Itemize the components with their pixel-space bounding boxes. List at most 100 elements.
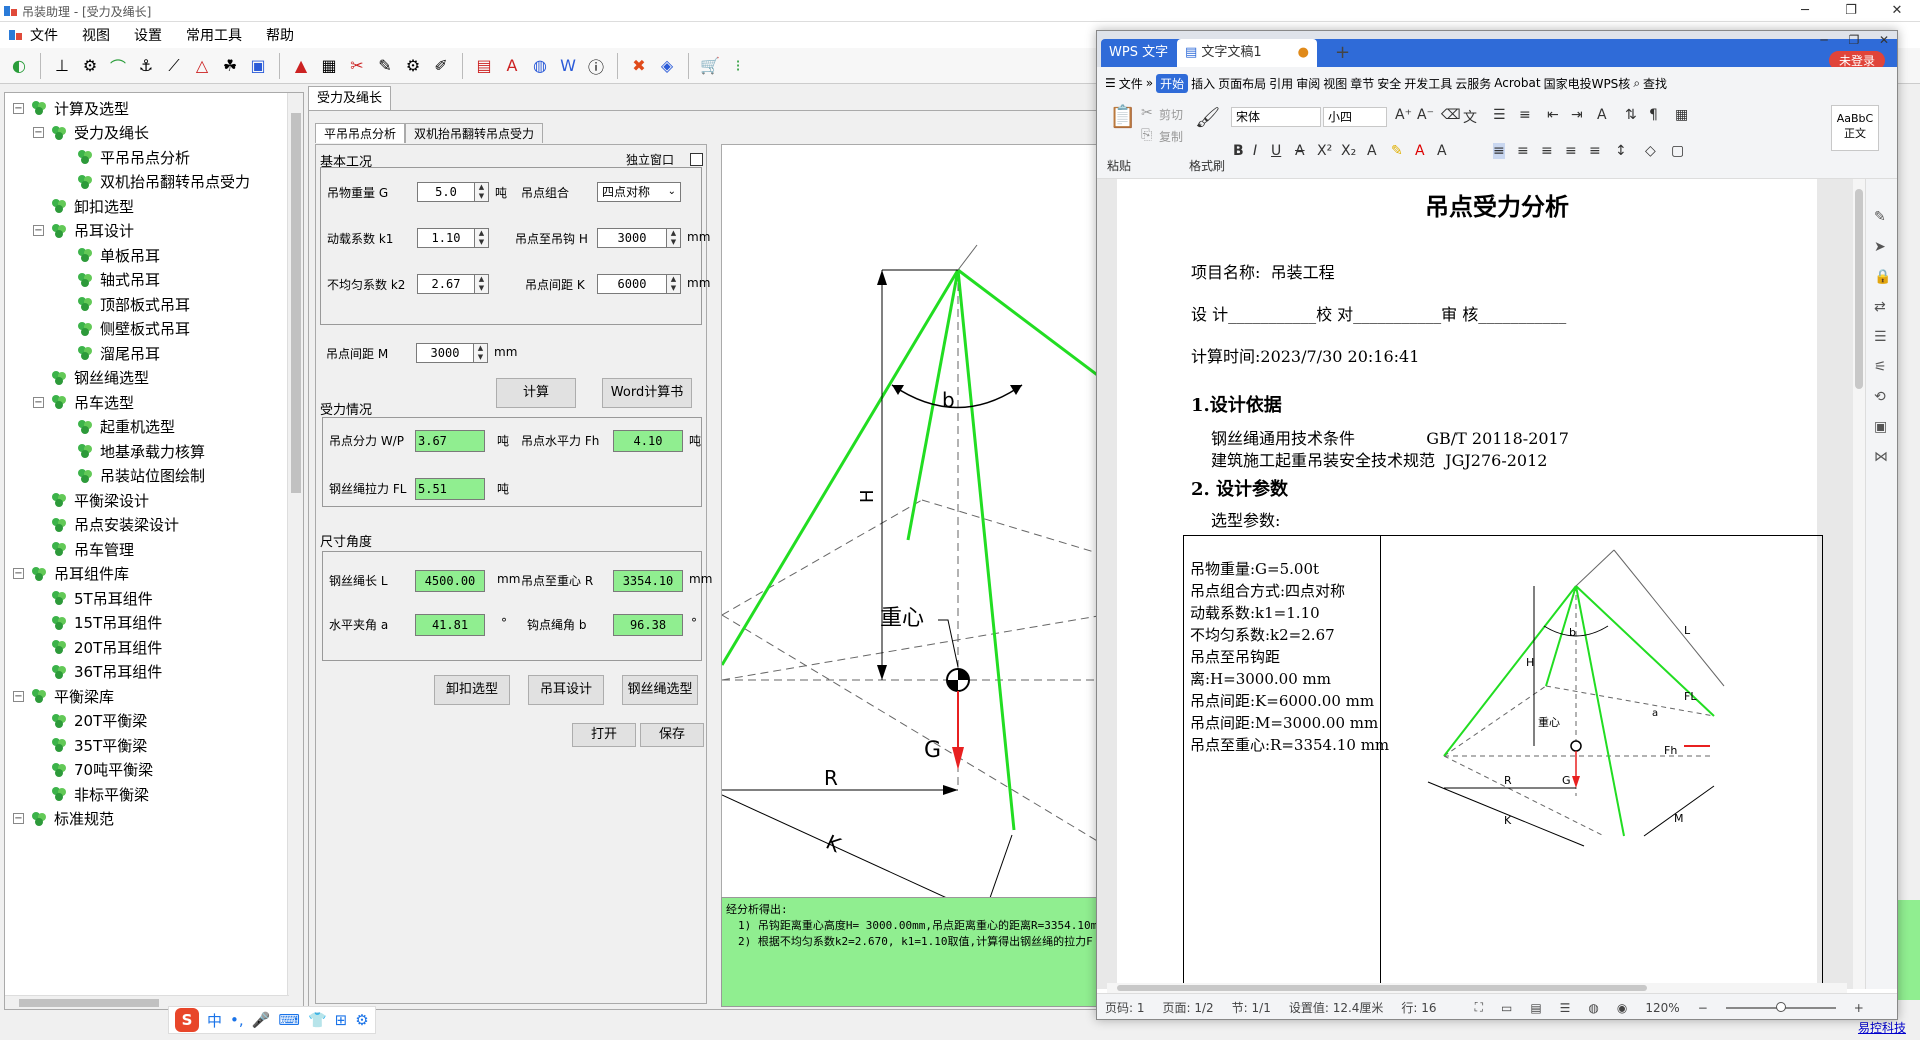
wps-menu-layout[interactable]: 页面布局 [1218, 75, 1266, 92]
home-icon[interactable]: ◐ [8, 55, 30, 77]
subscript-icon[interactable]: X₂ [1341, 143, 1356, 159]
number-list-icon[interactable]: ≡ [1519, 107, 1531, 123]
tree-expander-icon[interactable]: − [33, 225, 44, 236]
tree-item[interactable]: 平吊吊点分析 [59, 146, 190, 168]
shrink-font-icon[interactable]: A⁻ [1417, 107, 1434, 123]
translate-icon[interactable]: ⇄ [1874, 299, 1886, 315]
justify-icon[interactable]: ≡ [1565, 143, 1577, 159]
tree-hscroll-thumb[interactable] [19, 999, 159, 1007]
show-marks-icon[interactable]: ¶ [1649, 107, 1658, 123]
tree-item[interactable]: 20T吊耳组件 [33, 636, 162, 658]
wps-menu-view[interactable]: 视图 [1323, 75, 1347, 92]
save-button[interactable]: 保存 [640, 723, 704, 747]
tree-item[interactable]: 5T吊耳组件 [33, 587, 153, 609]
tree-item[interactable]: 起重机选型 [59, 416, 175, 438]
format-painter-icon[interactable]: 🖌 [1195, 105, 1220, 129]
hamburger-icon[interactable]: ☰ [1105, 76, 1116, 90]
open-button[interactable]: 打开 [572, 723, 636, 747]
dyn-input[interactable]: 1.10 [417, 228, 475, 248]
acrobat-icon[interactable]: A [501, 55, 523, 77]
tree-item[interactable]: − 平衡梁库 [13, 685, 114, 707]
traffic-icon[interactable]: ⁝ [727, 55, 749, 77]
tree-vertical-scrollbar[interactable] [287, 93, 303, 1009]
tab-flat-lift-analysis[interactable]: 平吊吊点分析 [315, 123, 406, 143]
decrease-indent-icon[interactable]: ⇤ [1547, 107, 1559, 123]
weight-input[interactable]: 5.0 [417, 182, 475, 202]
search-icon[interactable]: ⌕ [1633, 76, 1640, 91]
tree-item[interactable]: − 吊车选型 [33, 391, 134, 413]
clear-format-icon[interactable]: ⌫ [1441, 107, 1461, 123]
menu-help[interactable]: 帮助 [266, 25, 294, 45]
app-menu-icon[interactable] [8, 27, 24, 43]
triangle-icon[interactable]: ▲ [290, 55, 312, 77]
wps-menu-spic[interactable]: 国家电投WPS核 [1544, 75, 1631, 92]
wps-hscroll-thumb[interactable] [1117, 985, 1647, 991]
wps-doc-tab[interactable]: ▤ 文字文稿1 ● [1177, 39, 1317, 67]
skin-icon[interactable]: 👕 [308, 1011, 327, 1029]
menu-settings[interactable]: 设置 [134, 25, 162, 45]
shading-icon[interactable]: ◇ [1645, 143, 1656, 159]
tree-item[interactable]: 单板吊耳 [59, 244, 160, 266]
tree-expander-icon[interactable]: − [13, 813, 24, 824]
independent-window-checkbox[interactable] [690, 153, 703, 166]
wps-menu-file[interactable]: 文件 [1119, 75, 1143, 92]
lug-design-button[interactable]: 吊耳设计 [528, 675, 604, 705]
pin-icon[interactable]: ✎ [374, 55, 396, 77]
lock-icon[interactable]: 🔒 [1874, 269, 1891, 285]
tree-expander-icon[interactable]: − [13, 690, 24, 702]
chart-icon[interactable]: ◈ [656, 55, 678, 77]
image-icon[interactable]: ▣ [1874, 419, 1887, 435]
fullscreen-icon[interactable]: ⛶ [1475, 1000, 1483, 1015]
superscript-icon[interactable]: X² [1317, 143, 1332, 159]
k-spinner[interactable]: ▲ ▼ [667, 274, 681, 294]
ime-mode[interactable]: 中 [207, 1010, 222, 1031]
table-icon[interactable]: ▦ [1675, 107, 1688, 123]
phonetic-icon[interactable]: 文 [1463, 107, 1477, 127]
new-tab-icon[interactable]: + [1327, 39, 1358, 67]
tree-item[interactable]: 顶部板式吊耳 [59, 293, 190, 315]
beam-icon[interactable]: △ [191, 55, 213, 77]
weight-spinner[interactable]: ▲ ▼ [475, 182, 489, 202]
uneven-spinner[interactable]: ▲ ▼ [475, 274, 489, 294]
wps-menu-home[interactable]: 开始 [1156, 73, 1189, 93]
tree-item[interactable]: 非标平衡梁 [33, 783, 149, 805]
align-center-icon[interactable]: ≡ [1517, 143, 1529, 159]
wps-restore-icon[interactable]: ❐ [1839, 31, 1869, 49]
history-icon[interactable]: ⟲ [1874, 389, 1886, 405]
tree-item[interactable]: 侧壁板式吊耳 [59, 318, 190, 340]
tree-item[interactable]: 地基承载力核算 [59, 440, 205, 462]
cut-icon[interactable]: ✂ [1141, 105, 1153, 121]
sogou-ime-icon[interactable]: S [175, 1008, 199, 1032]
tab-dual-crane-flip[interactable]: 双机抬吊翻转吊点受力 [405, 123, 544, 143]
menu-view[interactable]: 视图 [82, 25, 110, 45]
company-link[interactable]: 易控科技 [1858, 1019, 1906, 1036]
wps-menu-reference[interactable]: 引用 [1269, 75, 1293, 92]
tree-expander-icon[interactable]: − [13, 568, 24, 579]
tree-item[interactable]: 溜尾吊耳 [59, 342, 160, 364]
close-icon[interactable]: ✕ [1874, 0, 1920, 22]
brush-icon[interactable]: ✐ [430, 55, 452, 77]
restore-icon[interactable]: ❐ [1828, 0, 1874, 22]
word-icon[interactable]: W [557, 55, 579, 77]
adjust-icon[interactable]: ⚟ [1874, 359, 1887, 375]
distributed-icon[interactable]: ≡ [1589, 143, 1601, 159]
tree-item[interactable]: 35T平衡梁 [33, 734, 147, 756]
info-icon[interactable]: ⓘ [585, 55, 607, 77]
h-spinner[interactable]: ▲ ▼ [667, 228, 681, 248]
crane-icon[interactable]: ⟋ [163, 55, 185, 77]
text-effect-icon[interactable]: A [1367, 143, 1377, 159]
menu-tools[interactable]: 常用工具 [186, 25, 242, 45]
tree-item[interactable]: − 受力及绳长 [33, 122, 149, 144]
rope-icon[interactable]: ⚓ [135, 55, 157, 77]
menu-file[interactable]: 文件 [30, 25, 58, 45]
m-input[interactable]: 3000 [416, 343, 474, 363]
wps-menu-security[interactable]: 安全 [1377, 75, 1401, 92]
tree-item[interactable]: 吊车管理 [33, 538, 134, 560]
keyboard-icon[interactable]: ⌨ [278, 1011, 300, 1029]
uneven-input[interactable]: 2.67 [417, 274, 475, 294]
share-icon[interactable]: ⋈ [1874, 449, 1888, 465]
dyn-spinner[interactable]: ▲ ▼ [475, 228, 489, 248]
tree-item[interactable]: 15T吊耳组件 [33, 612, 162, 634]
zoom-slider-thumb[interactable] [1775, 1001, 1786, 1012]
font-color-icon[interactable]: A [1415, 143, 1425, 159]
